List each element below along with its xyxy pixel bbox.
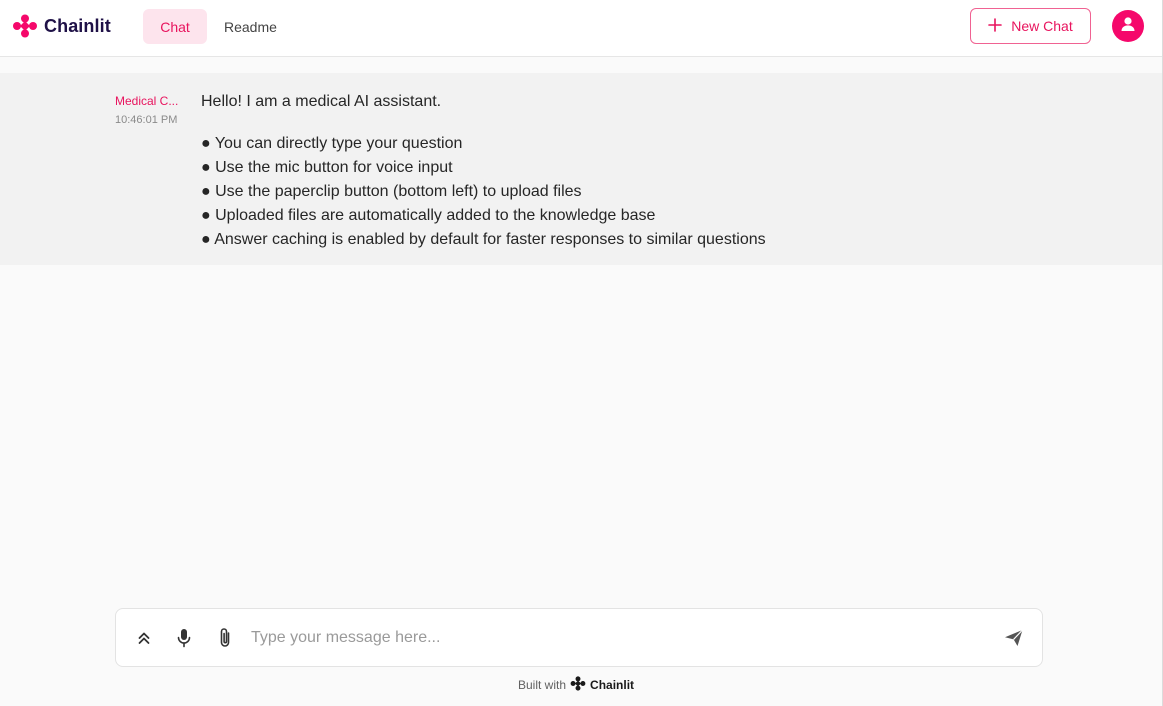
list-item: ● Use the paperclip button (bottom left)… — [201, 183, 582, 200]
send-icon[interactable] — [1002, 626, 1026, 650]
chevrons-up-icon[interactable] — [132, 626, 156, 650]
list-item: ● Use the mic button for voice input — [201, 159, 453, 176]
logo-text: Chainlit — [44, 15, 111, 36]
user-icon — [1119, 15, 1137, 38]
tab-readme[interactable]: Readme — [208, 9, 293, 44]
message-timestamp: 10:46:01 PM — [115, 114, 178, 126]
top-header: Chainlit Chat Readme New Chat — [0, 0, 1162, 57]
list-item: ● You can directly type your question — [201, 135, 463, 152]
assistant-message: Medical C... 10:46:01 PM Hello! I am a m… — [0, 73, 1162, 265]
new-chat-button[interactable]: New Chat — [970, 8, 1091, 44]
message-greeting: Hello! I am a medical AI assistant. — [201, 93, 442, 110]
message-input[interactable] — [251, 626, 981, 650]
message-author[interactable]: Medical C... — [115, 94, 187, 108]
plus-icon — [988, 17, 1003, 35]
list-item: ● Uploaded files are automatically added… — [201, 207, 656, 224]
footer: Built with Chainlit — [518, 676, 634, 694]
logo[interactable]: Chainlit — [12, 14, 111, 38]
message-bullet-list: ● You can directly type your question ● … — [201, 132, 766, 252]
footer-brand[interactable]: Chainlit — [590, 678, 634, 692]
tab-chat[interactable]: Chat — [143, 9, 207, 44]
paperclip-icon[interactable] — [213, 626, 237, 650]
message-content: Hello! I am a medical AI assistant. ● Yo… — [201, 92, 766, 252]
chainlit-logo-icon — [570, 676, 586, 694]
message-composer — [115, 608, 1043, 667]
app-window: Chainlit Chat Readme New Chat Medical C.… — [0, 0, 1163, 706]
list-item: ● Answer caching is enabled by default f… — [201, 231, 766, 248]
user-avatar-button[interactable] — [1112, 10, 1144, 42]
chainlit-logo-icon — [12, 14, 38, 38]
new-chat-label: New Chat — [1011, 18, 1073, 34]
mic-icon[interactable] — [172, 626, 196, 650]
footer-built-with: Built with — [518, 678, 567, 692]
